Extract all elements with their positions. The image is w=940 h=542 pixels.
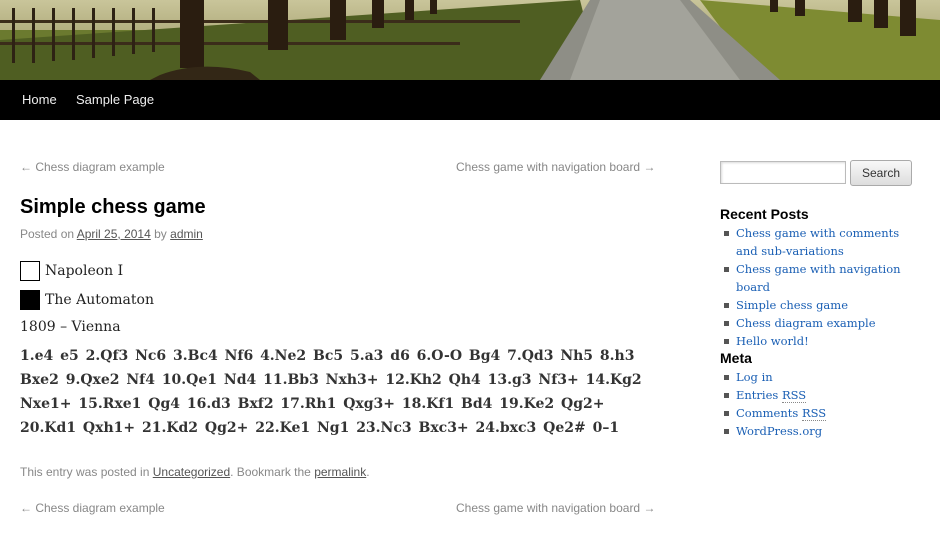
header-image xyxy=(0,0,940,80)
recent-post-link[interactable]: Simple chess game xyxy=(720,296,920,314)
comments-rss-abbr: RSS xyxy=(801,406,827,421)
white-square-icon xyxy=(20,261,40,281)
nav-sample-page-link[interactable]: Sample Page xyxy=(76,80,154,120)
entries-rss-link[interactable]: Entries RSS xyxy=(720,386,920,404)
footer-period: . xyxy=(366,465,370,479)
moves-line: Nxe1+ 15.Rxe1 Qg4 16.d3 Bxf2 17.Rh1 Qxg3… xyxy=(20,396,605,412)
entries-rss-prefix: Entries xyxy=(736,388,779,402)
main-nav: Home Sample Page xyxy=(0,80,940,120)
game-event: 1809 – Vienna xyxy=(20,319,121,335)
bookmark-label: . Bookmark the xyxy=(230,465,311,479)
black-player-name: The Automaton xyxy=(45,292,154,308)
recent-posts-list: Chess game with comments and sub-variati… xyxy=(720,224,920,350)
meta-list: Log in Entries RSS Comments RSS WordPres… xyxy=(720,368,920,440)
moves-line: Bxe2 9.Qxe2 Nf4 10.Qe1 Nd4 11.Bb3 Nxh3+ … xyxy=(20,372,642,388)
nav-home-link[interactable]: Home xyxy=(22,80,57,120)
moves-line: 20.Kd1 Qxh1+ 21.Kd2 Qg2+ 22.Ke1 Ng1 23.N… xyxy=(20,420,620,436)
post-title[interactable]: Simple chess game xyxy=(20,196,206,219)
post-date-link[interactable]: April 25, 2014 xyxy=(77,227,151,241)
search-input[interactable] xyxy=(720,161,846,184)
posted-in-label: This entry was posted in xyxy=(20,465,150,479)
prev-post-link-bottom[interactable]: ← Chess diagram example xyxy=(20,501,165,515)
posted-on-label: Posted on xyxy=(20,227,75,241)
white-player: Napoleon I xyxy=(20,260,123,282)
white-player-name: Napoleon I xyxy=(45,263,124,279)
recent-post-link[interactable]: Hello world! xyxy=(720,332,920,350)
post-meta: Posted on April 25, 2014 by admin xyxy=(20,227,203,241)
meta-widget-title: Meta xyxy=(720,350,752,366)
prev-post-link[interactable]: ← Chess diagram example xyxy=(20,160,165,174)
moves-line: 1.e4 e5 2.Qf3 Nc6 3.Bc4 Nf6 4.Ne2 Bc5 5.… xyxy=(20,348,635,364)
recent-post-link[interactable]: Chess game with navigation board xyxy=(720,260,920,296)
game-moves: 1.e4 e5 2.Qf3 Nc6 3.Bc4 Nf6 4.Ne2 Bc5 5.… xyxy=(20,344,680,440)
next-post-link-bottom[interactable]: Chess game with navigation board → xyxy=(456,501,655,515)
entries-rss-abbr: RSS xyxy=(781,388,807,403)
next-post-link[interactable]: Chess game with navigation board → xyxy=(456,160,655,174)
search-button[interactable]: Search xyxy=(850,160,912,186)
comments-rss-prefix: Comments xyxy=(736,406,799,420)
entry-footer: This entry was posted in Uncategorized. … xyxy=(20,465,370,479)
permalink-link[interactable]: permalink xyxy=(314,465,366,479)
recent-posts-title: Recent Posts xyxy=(720,206,809,222)
by-label: by xyxy=(154,227,167,241)
author-link[interactable]: admin xyxy=(170,227,203,241)
black-square-icon xyxy=(20,290,40,310)
comments-rss-link[interactable]: Comments RSS xyxy=(720,404,920,422)
login-link[interactable]: Log in xyxy=(720,368,920,386)
wordpress-link[interactable]: WordPress.org xyxy=(720,422,920,440)
recent-post-link[interactable]: Chess game with comments and sub-variati… xyxy=(720,224,920,260)
black-player: The Automaton xyxy=(20,289,154,311)
category-link[interactable]: Uncategorized xyxy=(153,465,230,479)
recent-post-link[interactable]: Chess diagram example xyxy=(720,314,920,332)
